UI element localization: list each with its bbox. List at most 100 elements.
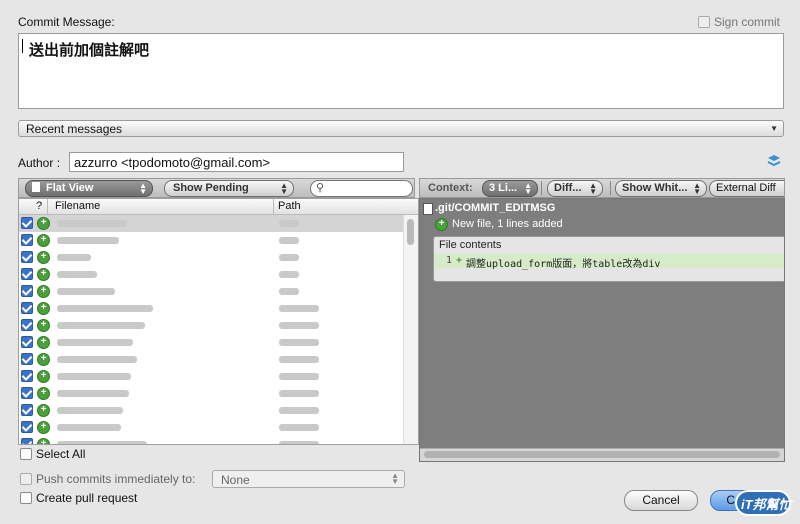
file-path-cell (279, 386, 319, 400)
added-file-icon: + (37, 336, 50, 349)
stage-checkbox[interactable] (21, 251, 33, 263)
file-path-cell (279, 352, 319, 366)
toolbar-divider (610, 181, 611, 195)
updown-arrow-icon: ▲ ▼ (391, 471, 399, 486)
file-icon (423, 203, 433, 215)
added-file-icon: + (37, 302, 50, 315)
select-all-checkbox[interactable] (20, 448, 32, 460)
stage-checkbox[interactable] (21, 438, 33, 444)
flat-view-dropdown[interactable]: Flat View ▲ ▼ (25, 180, 153, 197)
stage-checkbox[interactable] (21, 336, 33, 348)
table-row[interactable]: + (19, 419, 405, 436)
added-file-icon: + (37, 353, 50, 366)
stage-checkbox[interactable] (21, 387, 33, 399)
table-row[interactable]: + (19, 368, 405, 385)
stage-checkbox[interactable] (21, 319, 33, 331)
push-commits-option[interactable]: Push commits immediately to: (18, 471, 218, 487)
file-path-cell (279, 301, 319, 315)
recent-messages-dropdown[interactable]: Recent messages ▼ (18, 120, 784, 137)
table-row[interactable]: + (19, 249, 405, 266)
refresh-author-icon[interactable] (766, 154, 782, 168)
updown-arrow-icon: ▲ ▼ (139, 181, 147, 196)
updown-arrow-icon: ▲ ▼ (589, 181, 597, 196)
table-row[interactable]: + (19, 300, 405, 317)
stage-checkbox[interactable] (21, 370, 33, 382)
column-divider (47, 199, 48, 214)
file-table-scrollbar[interactable] (403, 215, 418, 444)
cancel-button[interactable]: Cancel (624, 490, 698, 511)
added-file-icon: + (37, 285, 50, 298)
stage-checkbox[interactable] (21, 404, 33, 416)
stage-checkbox[interactable] (21, 285, 33, 297)
column-status[interactable]: ? (36, 200, 42, 212)
stage-checkbox[interactable] (21, 421, 33, 433)
table-row[interactable]: + (19, 283, 405, 300)
table-row[interactable]: + (19, 334, 405, 351)
recent-messages-label: Recent messages (26, 122, 123, 136)
file-name-cell (57, 335, 133, 349)
stage-checkbox[interactable] (21, 234, 33, 246)
author-input[interactable]: azzurro <tpodomoto@gmail.com> (69, 152, 404, 172)
file-path-cell (279, 403, 319, 417)
scrollbar-thumb[interactable] (407, 219, 414, 245)
push-remote-dropdown[interactable]: None ▲ ▼ (212, 470, 405, 488)
diff-line-added: 1 + 調整upload_form版面，將table改為div (434, 254, 784, 270)
column-filename[interactable]: Filename (55, 200, 100, 212)
file-name-cell (57, 284, 115, 298)
ithome-logo: iT邦幫忙 (735, 488, 795, 518)
file-path-cell (279, 420, 319, 434)
file-path-cell (279, 369, 319, 383)
stage-checkbox[interactable] (21, 268, 33, 280)
push-remote-value: None (221, 473, 250, 487)
search-icon: ⚲ (316, 182, 325, 194)
stage-checkbox[interactable] (21, 217, 33, 229)
show-pending-dropdown[interactable]: Show Pending ▲ ▼ (164, 180, 294, 197)
file-search-input[interactable]: ⚲ (310, 180, 413, 197)
toolbar-divider (541, 181, 542, 195)
table-row[interactable]: + (19, 317, 405, 334)
whitespace-dropdown[interactable]: Show Whit... ▲ ▼ (615, 180, 707, 197)
push-commits-checkbox[interactable] (20, 473, 32, 485)
diff-mode-dropdown[interactable]: Diff... ▲ ▼ (547, 180, 603, 197)
sign-commit-checkbox[interactable] (698, 16, 710, 28)
updown-arrow-icon: ▲ ▼ (280, 181, 288, 196)
table-row[interactable]: + (19, 385, 405, 402)
push-commits-label: Push commits immediately to: (36, 472, 196, 486)
external-diff-button[interactable]: External Diff (709, 180, 784, 197)
diff-horizontal-scrollbar[interactable] (420, 448, 784, 461)
file-contents-label: File contents (439, 239, 502, 251)
table-row[interactable]: + (19, 402, 405, 419)
create-pull-request-checkbox[interactable] (20, 492, 32, 504)
diff-toolbar: Context: 3 Li... ▲ ▼ Diff... ▲ ▼ Show Whit… (419, 178, 785, 198)
file-list-toolbar: Flat View ▲ ▼ Show Pending ▲ ▼ ⚲ (18, 178, 415, 198)
create-pull-request-label: Create pull request (36, 491, 138, 505)
diff-line-text: 調整upload_form版面，將table改為div (466, 259, 661, 270)
added-file-icon: + (37, 268, 50, 281)
added-file-icon: + (435, 218, 448, 231)
table-row[interactable]: + (19, 351, 405, 368)
select-all-label: Select All (36, 447, 86, 461)
column-path[interactable]: Path (278, 200, 301, 212)
table-row[interactable]: + (19, 232, 405, 249)
table-row[interactable]: + (19, 266, 405, 283)
table-row[interactable]: + (19, 436, 405, 444)
added-file-icon: + (37, 387, 50, 400)
table-row[interactable]: + (19, 215, 405, 232)
diff-line-number: 1 (446, 255, 453, 266)
create-pull-request-option[interactable]: Create pull request (18, 490, 218, 506)
added-file-icon: + (37, 319, 50, 332)
added-file-icon: + (37, 234, 50, 247)
context-dropdown[interactable]: 3 Li... ▲ ▼ (482, 180, 538, 197)
file-name-cell (57, 352, 137, 366)
select-all-option[interactable]: Select All (18, 446, 419, 462)
file-name-cell (57, 386, 129, 400)
file-contents-panel: File contents 1 + 調整upload_form版面，將table… (433, 236, 784, 282)
file-name-cell (57, 216, 127, 230)
dropdown-arrow-icon: ▼ (770, 124, 778, 133)
scrollbar-thumb[interactable] (424, 451, 780, 458)
text-caret (22, 39, 23, 53)
commit-message-input[interactable]: 送出前加個註解吧 (18, 33, 784, 109)
stage-checkbox[interactable] (21, 302, 33, 314)
stage-checkbox[interactable] (21, 353, 33, 365)
external-diff-label: External Diff (716, 182, 776, 194)
